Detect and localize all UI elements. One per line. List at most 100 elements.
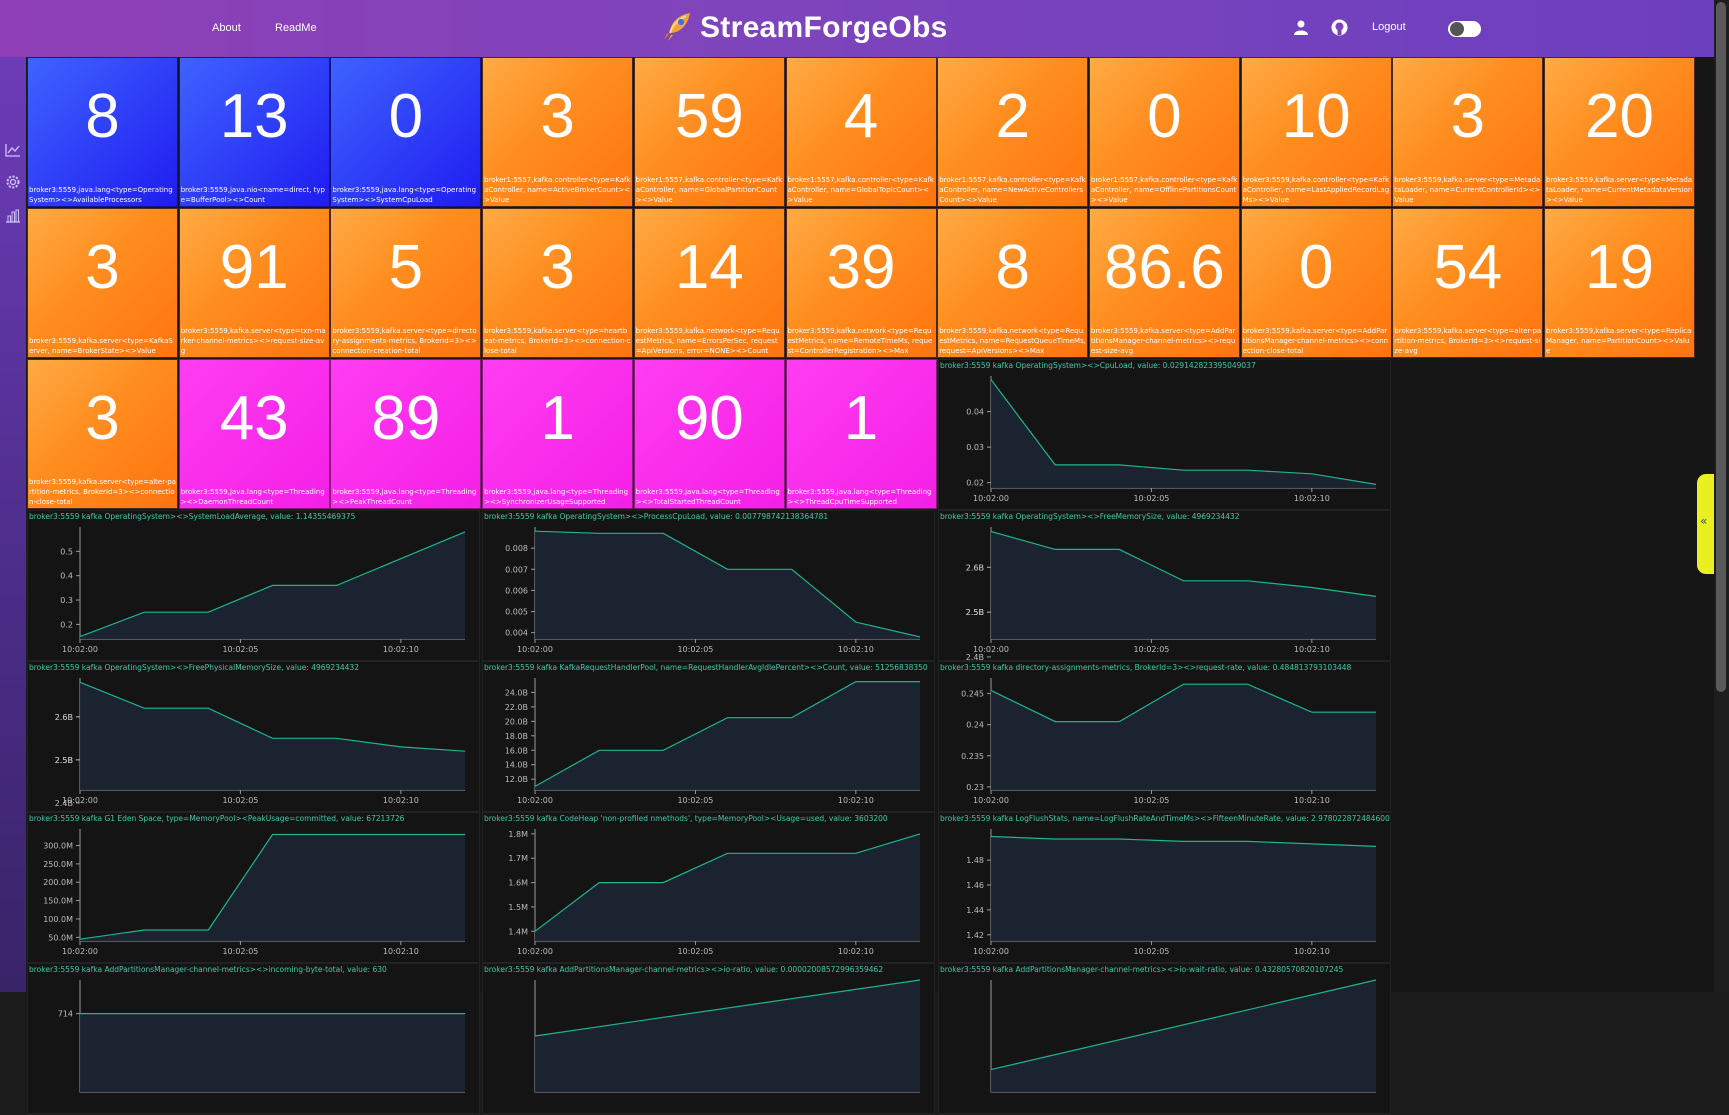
metric-chart[interactable]: broker3:5559 kafka G1 Eden Space, type=M… bbox=[27, 812, 480, 963]
gear-icon[interactable] bbox=[5, 174, 21, 194]
dashboard-grid: 8 broker3:5559,java.lang<type=OperatingSy… bbox=[27, 57, 1714, 1114]
metric-tile[interactable]: 1 broker3:5559,java.lang<type=Threading><… bbox=[785, 359, 937, 509]
logout-button[interactable]: Logout bbox=[1372, 21, 1406, 33]
metric-tile[interactable]: 90 broker3:5559,java.lang<type=Threading>… bbox=[633, 359, 785, 509]
y-tick-label: 1.44 bbox=[966, 906, 984, 915]
metric-tile[interactable]: 39 broker3:5559,kafka.network<type=Reques… bbox=[785, 208, 937, 358]
chart-plot: 1.48 1.46 1.44 1.42 10:02:00 10:02:05 10:02:10 bbox=[966, 829, 1377, 956]
metric-tile[interactable]: 54 broker3:5559,kafka.server<type=alter-p… bbox=[1392, 208, 1544, 358]
metric-tile[interactable]: 43 broker3:5559,java.lang<type=Threading>… bbox=[178, 359, 330, 509]
metric-value: 0 bbox=[1298, 233, 1334, 302]
y-tick-label: 0.4 bbox=[60, 572, 73, 581]
metric-label: broker3:5559,kafka.network<type=RequestM… bbox=[787, 327, 933, 355]
collapse-panel-tab[interactable]: « bbox=[1697, 474, 1714, 574]
metric-chart[interactable]: broker3:5559 kafka OperatingSystem><>Pro… bbox=[482, 510, 935, 661]
metric-chart[interactable]: broker3:5559 kafka OperatingSystem><>Fre… bbox=[938, 510, 1391, 662]
metric-chart[interactable]: broker3:5559 kafka AddPartitionsManager-… bbox=[482, 963, 935, 1114]
metric-label: broker3:5559,java.lang<type=Threading><>… bbox=[787, 488, 932, 506]
metric-tile[interactable]: 19 broker3:5559,kafka.server<type=Replica… bbox=[1544, 208, 1695, 358]
metric-tile[interactable]: 91 broker3:5559,kafka.server<type=txn-mar… bbox=[178, 208, 330, 358]
metric-value: 54 bbox=[1433, 233, 1503, 302]
metric-chart[interactable]: broker3:5559 kafka AddPartitionsManager-… bbox=[27, 963, 480, 1114]
metric-chart[interactable]: broker3:5559 kafka directory-assignments… bbox=[938, 661, 1391, 812]
metric-tile[interactable]: 0 broker3:5559,java.lang<type=OperatingSy… bbox=[330, 57, 482, 207]
y-tick-label: 0.245 bbox=[961, 690, 984, 699]
user-icon[interactable] bbox=[1294, 20, 1308, 39]
metric-tile[interactable]: 3 broker3:5559,kafka.server<type=heartbea… bbox=[482, 208, 634, 358]
metric-chart[interactable]: broker3:5559 kafka OperatingSystem><>Sys… bbox=[27, 510, 480, 661]
metric-chart[interactable]: broker3:5559 kafka KafkaRequestHandlerPo… bbox=[482, 661, 935, 812]
metric-label: broker3:5559,kafka.controller<type=Kafka… bbox=[1242, 176, 1390, 204]
metric-tile[interactable]: 5 broker3:5559,kafka.server<type=director… bbox=[330, 208, 482, 358]
theme-toggle-knob bbox=[1450, 22, 1464, 36]
x-tick-label: 10:02:05 bbox=[222, 947, 258, 956]
brand[interactable]: StreamForgeObs bbox=[660, 6, 948, 50]
metric-label: broker3:5559,kafka.server<type=directory… bbox=[332, 327, 477, 355]
metric-tile[interactable]: 10 broker3:5559,kafka.controller<type=Kaf… bbox=[1240, 57, 1392, 207]
nav-readme-link[interactable]: ReadMe bbox=[275, 22, 317, 34]
metric-tile[interactable]: 3 broker1:5557,kafka.controller<type=Kafk… bbox=[482, 57, 634, 207]
x-tick-label: 10:02:00 bbox=[973, 494, 1009, 503]
chart-plot: 0.008 0.007 0.006 0.005 0.004 10:02:00 10:02:0… bbox=[505, 527, 921, 654]
bar-chart-icon[interactable] bbox=[5, 208, 21, 227]
line-chart-icon[interactable] bbox=[5, 142, 21, 161]
metric-tile[interactable]: 86.6 broker3:5559,kafka.server<type=AddPa… bbox=[1088, 208, 1240, 358]
y-tick-label: 12.0B bbox=[505, 775, 528, 784]
x-tick-label: 10:02:10 bbox=[838, 796, 874, 805]
scrollbar-thumb[interactable] bbox=[1716, 2, 1726, 692]
metric-tile[interactable]: 0 broker3:5559,kafka.server<type=AddParti… bbox=[1240, 208, 1392, 358]
x-tick-label: 10:02:10 bbox=[838, 645, 874, 654]
metric-label: broker3:5559,kafka.server<type=txn-marke… bbox=[180, 327, 326, 355]
metric-value: 4 bbox=[843, 82, 879, 151]
metric-tile[interactable]: 13 broker3:5559,java.nio<name=direct, typ… bbox=[178, 57, 330, 207]
metric-tile[interactable]: 4 broker1:5557,kafka.controller<type=Kafk… bbox=[785, 57, 937, 207]
metric-tile[interactable]: 3 broker3:5559,kafka.server<type=Metadata… bbox=[1392, 57, 1544, 207]
x-tick-label: 10:02:05 bbox=[222, 796, 258, 805]
metric-tile[interactable]: 59 broker1:5557,kafka.controller<type=Kaf… bbox=[633, 57, 785, 207]
metric-chart[interactable]: broker3:5559 kafka LogFlushStats, name=L… bbox=[938, 812, 1391, 963]
chevron-left-icon: « bbox=[1700, 514, 1708, 528]
series-area bbox=[991, 379, 1376, 488]
metric-tile[interactable]: 1 broker3:5559,java.lang<type=Threading><… bbox=[482, 359, 634, 509]
x-tick-label: 10:02:10 bbox=[383, 947, 419, 956]
chart-plot: 2.6B2.6B2.5B2.5B2.5B2.4B10:02:00 10:02:05… bbox=[55, 678, 466, 808]
metric-tile[interactable]: 0 broker1:5557,kafka.controller<type=Kafk… bbox=[1088, 57, 1240, 207]
metric-chart[interactable]: broker3:5559 kafka AddPartitionsManager-… bbox=[938, 963, 1391, 1114]
x-tick-label: 10:02:10 bbox=[1294, 947, 1330, 956]
y-tick-label: 300.0M bbox=[43, 842, 73, 851]
metric-tile[interactable]: 20 broker3:5559,kafka.server<type=Metadat… bbox=[1544, 57, 1695, 207]
metric-tile[interactable]: 3 broker3:5559,kafka.server<type=KafkaSer… bbox=[27, 208, 178, 358]
x-tick-label: 10:02:00 bbox=[62, 645, 98, 654]
github-icon[interactable] bbox=[1331, 19, 1348, 40]
x-tick-label: 10:02:10 bbox=[838, 947, 874, 956]
y-tick-label: 0.02 bbox=[966, 479, 984, 488]
metric-chart[interactable]: broker3:5559 kafka OperatingSystem><>Cpu… bbox=[938, 359, 1391, 510]
metric-value: 59 bbox=[674, 82, 744, 151]
x-tick-label: 10:02:05 bbox=[1133, 494, 1169, 503]
chart-plot: 0.5 0.4 0.3 0.2 10:02:00 10:02:05 10:02:10 bbox=[60, 527, 466, 654]
metric-value: 8 bbox=[995, 233, 1030, 302]
metric-value: 86.6 bbox=[1104, 233, 1225, 302]
metric-chart[interactable]: broker3:5559 kafka CodeHeap 'non-profile… bbox=[482, 812, 935, 963]
metric-value: 10 bbox=[1281, 82, 1351, 151]
metric-chart[interactable]: broker3:5559 kafka OperatingSystem><>Fre… bbox=[27, 661, 480, 812]
metric-tile[interactable]: 3 broker3:5559,kafka.server<type=alter-pa… bbox=[27, 359, 178, 509]
series-area bbox=[80, 682, 465, 790]
metric-tile[interactable]: 14 broker3:5559,kafka.network<type=Reques… bbox=[633, 208, 785, 358]
metric-tile[interactable]: 89 broker3:5559,java.lang<type=Threading>… bbox=[330, 359, 482, 509]
y-tick-label: 1.5M bbox=[508, 903, 528, 912]
metric-tile[interactable]: 8 broker3:5559,java.lang<type=OperatingSy… bbox=[27, 57, 178, 207]
metric-value: 0 bbox=[1147, 82, 1182, 151]
y-tick-label: 200.0M bbox=[43, 878, 73, 887]
y-tick-label: 16.0B bbox=[505, 746, 528, 755]
metric-tile[interactable]: 2 broker1:5557,kafka.controller<type=Kafk… bbox=[937, 57, 1089, 207]
nav-about-link[interactable]: About bbox=[212, 22, 241, 34]
y-tick-label: 20.0B bbox=[505, 717, 528, 726]
metric-label: broker1:5557,kafka.controller<type=Kafka… bbox=[939, 176, 1086, 204]
chart-plot: 0.245 0.24 0.235 0.23 10:02:00 10:02:05 10:02:… bbox=[961, 678, 1376, 805]
metric-label: broker3:5559,kafka.server<type=alter-par… bbox=[1394, 327, 1542, 355]
metric-label: broker3:5559,kafka.network<type=RequestM… bbox=[635, 327, 780, 355]
y-tick-label: 1.6M bbox=[508, 879, 528, 888]
y-tick-label: 0.2 bbox=[60, 620, 73, 629]
metric-tile[interactable]: 8 broker3:5559,kafka.network<type=Request… bbox=[937, 208, 1089, 358]
